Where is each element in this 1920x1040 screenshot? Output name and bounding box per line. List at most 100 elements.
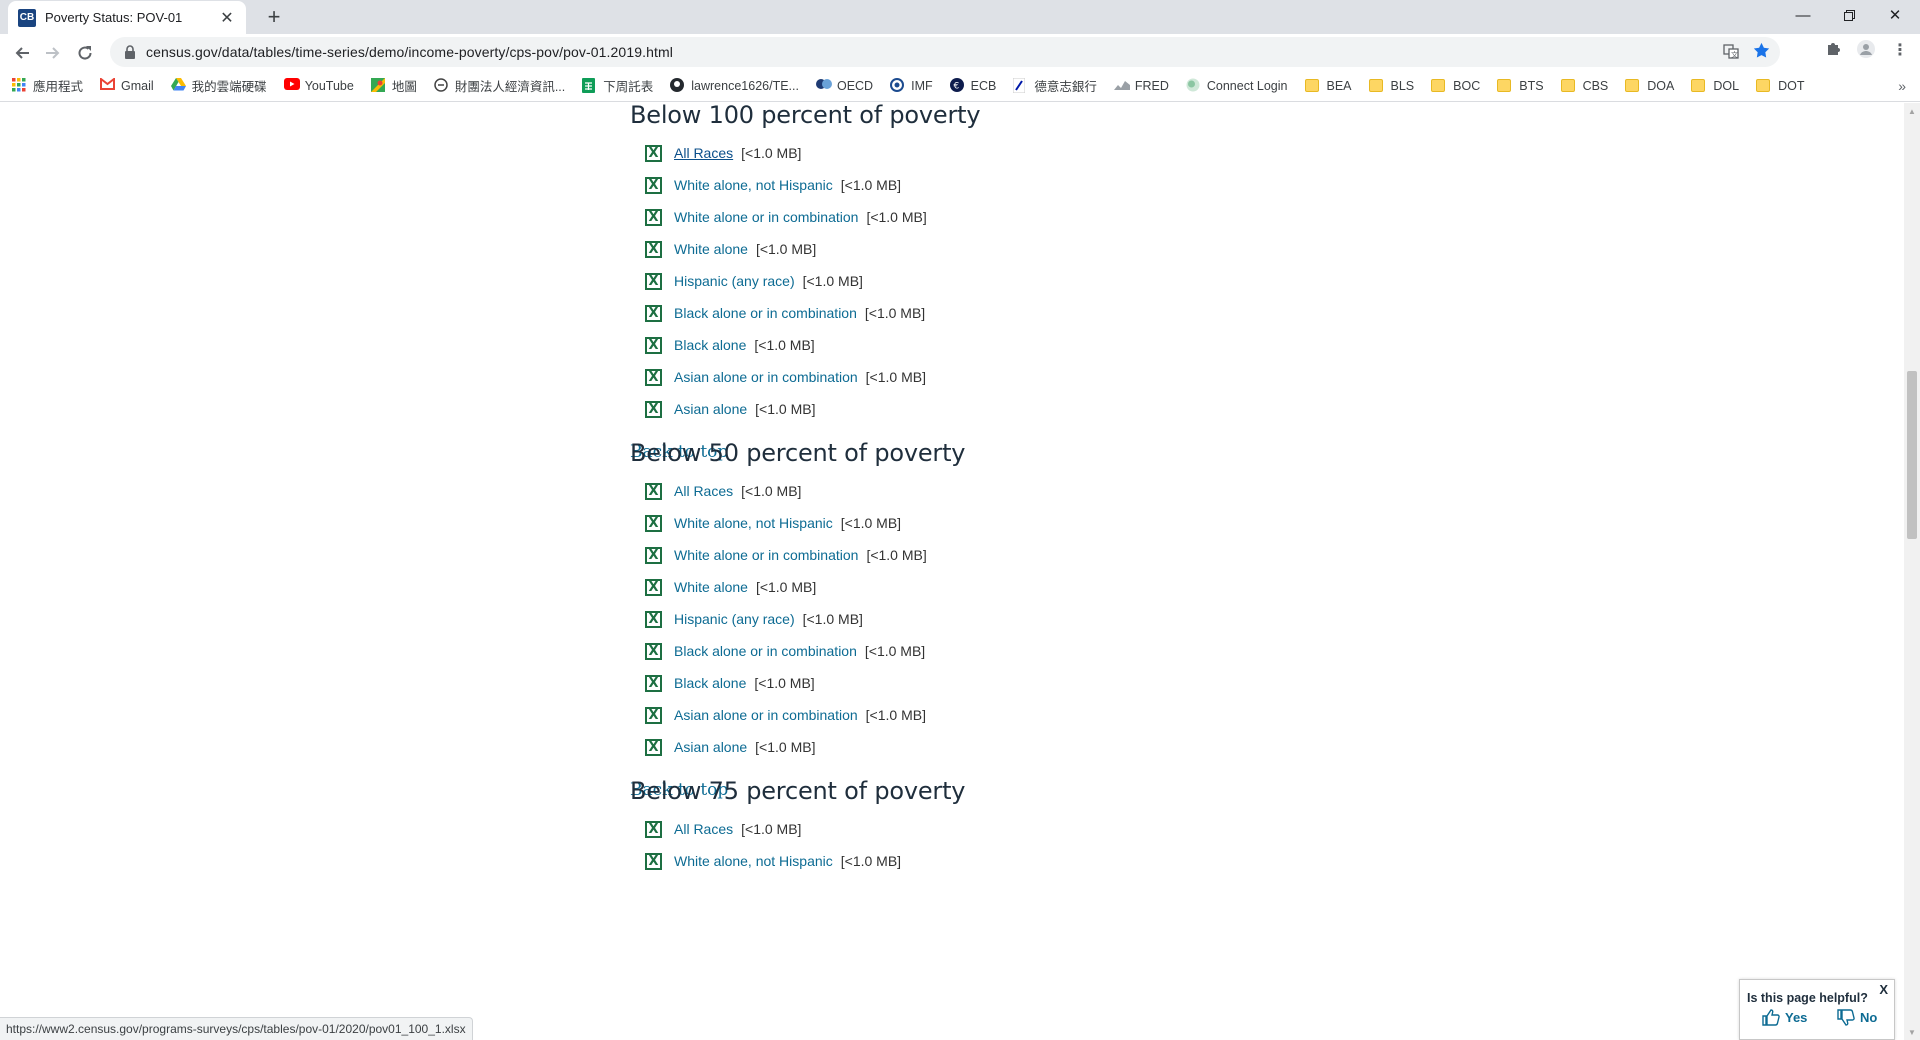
scroll-down-arrow-icon[interactable]: ▼	[1904, 1024, 1920, 1040]
excel-file-icon[interactable]: X	[645, 144, 662, 162]
excel-file-icon[interactable]: X	[645, 272, 662, 290]
browser-tab[interactable]: CB Poverty Status: POV-01 ✕	[8, 1, 246, 34]
feedback-yes-button[interactable]: Yes	[1762, 1009, 1807, 1026]
bookmark-item[interactable]: 應用程式	[12, 76, 83, 95]
bookmark-item[interactable]: DOA	[1625, 79, 1674, 93]
xlsx-download-link[interactable]: Asian alone or in combination	[674, 369, 858, 385]
bookmark-item[interactable]: 我的雲端硬碟	[170, 76, 267, 95]
excel-file-icon[interactable]: X	[645, 304, 662, 322]
xlsx-download-link[interactable]: Asian alone	[674, 401, 747, 417]
excel-file-icon[interactable]: X	[645, 610, 662, 628]
restore-button[interactable]	[1826, 0, 1872, 30]
close-window-button[interactable]: ✕	[1872, 0, 1918, 30]
back-arrow-icon[interactable]	[9, 40, 35, 66]
vertical-scrollbar[interactable]: ▲ ▼	[1904, 103, 1920, 1040]
excel-file-icon[interactable]: X	[645, 400, 662, 418]
xlsx-download-link[interactable]: Asian alone	[674, 739, 747, 755]
xlsx-download-link[interactable]: White alone, not Hispanic	[674, 853, 833, 869]
excel-file-icon[interactable]: X	[645, 674, 662, 692]
feedback-no-button[interactable]: No	[1837, 1009, 1877, 1026]
more-bookmarks-chevron-icon[interactable]: »	[1898, 78, 1906, 94]
excel-file-icon[interactable]: X	[645, 336, 662, 354]
extensions-puzzle-icon[interactable]	[1826, 40, 1842, 61]
ecb-icon: €	[949, 78, 965, 93]
bookmark-item[interactable]: 德意志銀行	[1012, 76, 1097, 95]
scroll-up-arrow-icon[interactable]: ▲	[1904, 103, 1920, 119]
excel-file-icon[interactable]: X	[645, 176, 662, 194]
excel-file-icon[interactable]: X	[645, 514, 662, 532]
xlsx-download-link[interactable]: All Races	[674, 145, 733, 161]
reload-icon[interactable]	[72, 40, 98, 66]
bookmark-label: 我的雲端硬碟	[191, 80, 267, 94]
tab-close-icon[interactable]: ✕	[218, 8, 236, 28]
xlsx-download-link[interactable]: All Races	[674, 821, 733, 837]
scrollbar-thumb[interactable]	[1907, 371, 1917, 539]
xlsx-download-link[interactable]: Black alone or in combination	[674, 643, 857, 659]
bookmark-star-icon[interactable]	[1753, 42, 1770, 59]
xlsx-download-link[interactable]: White alone or in combination	[674, 209, 858, 225]
new-tab-button[interactable]: +	[260, 4, 288, 32]
address-bar[interactable]: census.gov/data/tables/time-series/demo/…	[110, 37, 1780, 67]
excel-file-icon[interactable]: X	[645, 642, 662, 660]
translate-icon[interactable]: 文	[1723, 43, 1739, 59]
bookmark-item[interactable]: lawrence1626/TE...	[670, 78, 799, 93]
bookmark-label: 下周託表	[603, 80, 654, 94]
xlsx-download-link[interactable]: White alone	[674, 579, 748, 595]
bookmark-label: DOL	[1713, 78, 1740, 93]
feedback-question: Is this page helpful?	[1747, 991, 1868, 1005]
bookmark-item[interactable]: Gmail	[100, 76, 154, 93]
file-list: X All Races [<1.0 MB] X White alone, not His…	[645, 137, 980, 425]
file-list: X All Races [<1.0 MB] X White alone, not His…	[645, 813, 965, 877]
xlsx-download-link[interactable]: Hispanic (any race)	[674, 273, 795, 289]
bookmark-item[interactable]: BOC	[1431, 79, 1480, 93]
browser-menu-icon[interactable]: ⋮	[1892, 40, 1908, 60]
bookmark-item[interactable]: 財團法人經濟資訊...	[434, 76, 565, 95]
bookmark-item[interactable]: BLS	[1368, 79, 1414, 93]
xlsx-download-link[interactable]: Black alone	[674, 675, 746, 691]
list-item: X White alone [<1.0 MB]	[645, 571, 965, 603]
feedback-close-icon[interactable]: X	[1879, 982, 1888, 997]
bookmark-label: IMF	[911, 78, 933, 93]
excel-file-icon[interactable]: X	[645, 368, 662, 386]
xlsx-download-link[interactable]: White alone or in combination	[674, 547, 858, 563]
profile-avatar[interactable]	[1857, 40, 1875, 63]
bookmark-item[interactable]: IMF	[890, 78, 933, 93]
gmail-icon	[100, 76, 116, 93]
excel-file-icon[interactable]: X	[645, 208, 662, 226]
xlsx-download-link[interactable]: White alone, not Hispanic	[674, 177, 833, 193]
bookmark-item[interactable]: DOT	[1756, 79, 1804, 93]
bookmark-item[interactable]: Connect Login	[1186, 78, 1288, 93]
excel-file-icon[interactable]: X	[645, 820, 662, 838]
bookmark-item[interactable]: OECD	[815, 78, 873, 93]
bookmark-item[interactable]: CBS	[1560, 79, 1608, 93]
bookmark-item[interactable]: 下周託表	[582, 76, 653, 95]
list-item: X Hispanic (any race) [<1.0 MB]	[645, 265, 980, 297]
bookmark-item[interactable]: YouTube	[283, 78, 354, 93]
xlsx-download-link[interactable]: Asian alone or in combination	[674, 707, 858, 723]
bookmark-item[interactable]: BTS	[1497, 79, 1544, 93]
xlsx-download-link[interactable]: White alone	[674, 241, 748, 257]
excel-file-icon[interactable]: X	[645, 706, 662, 724]
forward-arrow-icon[interactable]	[40, 40, 66, 66]
folder-icon	[1560, 79, 1575, 92]
excel-file-icon[interactable]: X	[645, 852, 662, 870]
excel-file-icon[interactable]: X	[645, 578, 662, 596]
xlsx-download-link[interactable]: Black alone	[674, 337, 746, 353]
xlsx-download-link[interactable]: Hispanic (any race)	[674, 611, 795, 627]
file-size: [<1.0 MB]	[802, 273, 863, 289]
excel-file-icon[interactable]: X	[645, 738, 662, 756]
bookmark-item[interactable]: € ECB	[949, 78, 996, 93]
excel-file-icon[interactable]: X	[645, 546, 662, 564]
minimize-button[interactable]: —	[1780, 0, 1826, 30]
xlsx-download-link[interactable]: White alone, not Hispanic	[674, 515, 833, 531]
excel-file-icon[interactable]: X	[645, 240, 662, 258]
xlsx-download-link[interactable]: Black alone or in combination	[674, 305, 857, 321]
bookmark-item[interactable]: DOL	[1691, 79, 1739, 93]
bookmark-item[interactable]: BEA	[1304, 79, 1352, 93]
list-item: X Hispanic (any race) [<1.0 MB]	[645, 603, 965, 635]
bookmark-item[interactable]: FRED	[1113, 78, 1169, 93]
xlsx-download-link[interactable]: All Races	[674, 483, 733, 499]
bookmark-item[interactable]: 地圖	[370, 76, 417, 95]
excel-file-icon[interactable]: X	[645, 482, 662, 500]
list-item: X Asian alone or in combination [<1.0 MB]	[645, 361, 980, 393]
